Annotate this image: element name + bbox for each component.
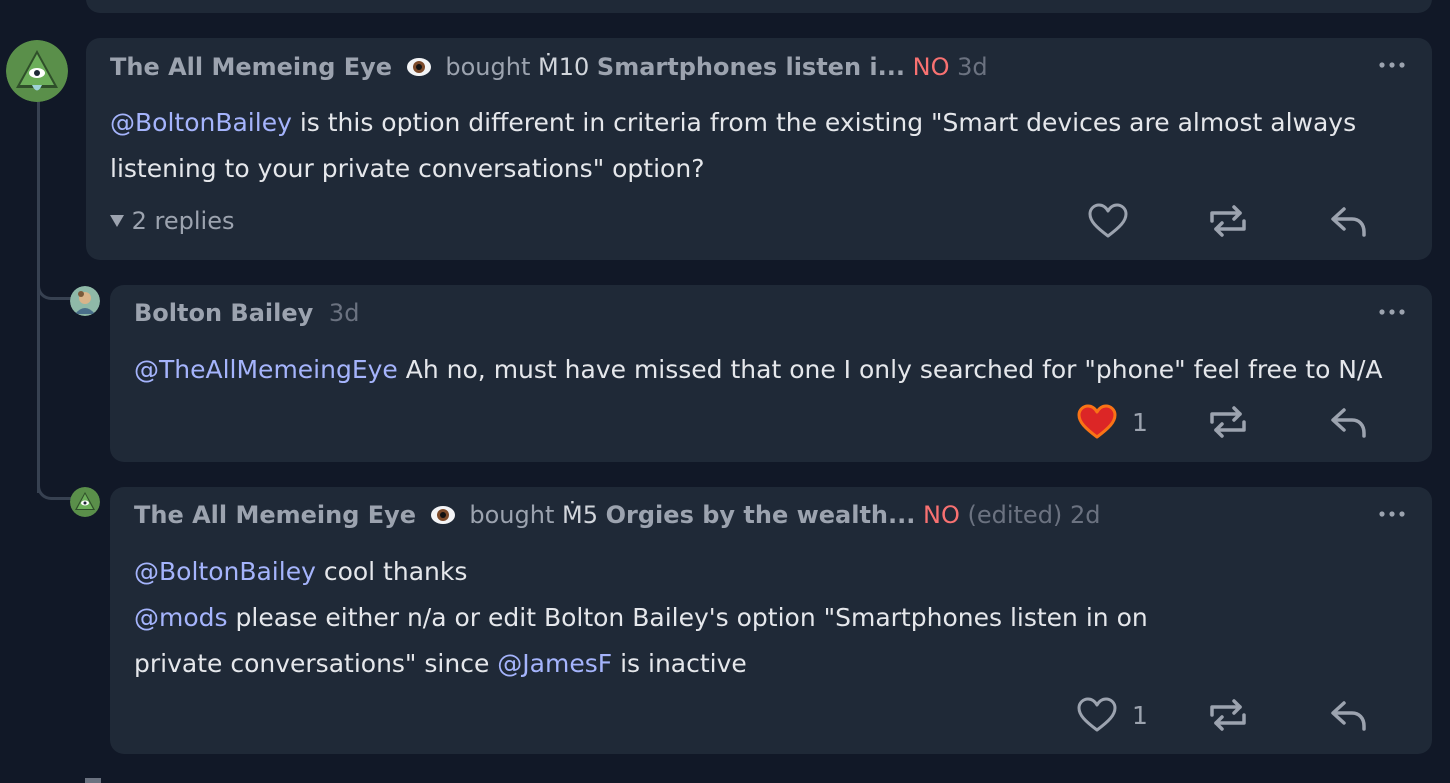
heart-outline-icon[interactable] [1075,693,1119,737]
reply-icon[interactable] [1326,199,1370,243]
comment-header: Bolton Bailey 3d [134,297,359,329]
comment-body: @BoltonBailey cool thanks @mods please e… [134,549,1414,687]
reply-card: Bolton Bailey 3d @TheAllMemeingEye Ah no… [110,285,1432,462]
comment-body: @TheAllMemeingEye Ah no, must have misse… [134,347,1414,393]
heart-filled-icon[interactable] [1075,400,1119,444]
user-mention[interactable]: @mods [134,603,228,632]
eye-emoji-icon [406,53,432,76]
comment-text: cool thanks [323,557,468,586]
bet-action: bought [445,53,531,81]
repost-icon[interactable] [1206,693,1250,737]
bet-amount: Ṁ5 [562,501,598,529]
eye-emoji-icon [430,501,456,524]
more-dots-icon[interactable] [1378,507,1406,521]
timestamp[interactable]: 2d [1070,501,1101,529]
thread-connector [37,280,71,300]
mana-symbol: Ṁ [538,53,559,81]
timestamp[interactable]: 3d [957,53,988,81]
timestamp[interactable]: 3d [329,299,360,327]
comment-body: @BoltonBailey is this option different i… [110,100,1390,192]
replies-label: 2 replies [131,207,235,235]
avatar[interactable] [70,487,100,517]
thread-connector [37,480,71,500]
answer-link[interactable]: Orgies by the wealth... [606,501,916,529]
comment-header: The All Memeing Eye bought Ṁ5 Orgies by … [134,499,1100,531]
comment-thread: The All Memeing Eye bought Ṁ10 Smartphon… [0,0,1450,783]
next-item-edge [85,778,101,783]
author-name[interactable]: The All Memeing Eye [134,501,416,529]
like-count: 1 [1132,408,1148,437]
user-mention[interactable]: @TheAllMemeingEye [134,355,398,384]
replies-toggle[interactable]: 2 replies [110,204,234,238]
comment-text: is inactive [620,649,747,678]
amount-value: 10 [558,53,590,81]
bet-outcome: NO [912,53,950,81]
comment-card: The All Memeing Eye bought Ṁ10 Smartphon… [86,38,1432,260]
thread-line [37,100,40,493]
avatar[interactable] [70,286,100,316]
bet-amount: Ṁ10 [538,53,589,81]
author-name[interactable]: The All Memeing Eye [110,53,392,81]
answer-link[interactable]: Smartphones listen i... [597,53,905,81]
user-mention[interactable]: @BoltonBailey [134,557,316,586]
more-dots-icon[interactable] [1378,305,1406,319]
mana-symbol: Ṁ [562,501,583,529]
avatar[interactable] [6,40,68,102]
edited-label: (edited) [967,501,1063,529]
amount-value: 5 [582,501,598,529]
comment-header: The All Memeing Eye bought Ṁ10 Smartphon… [110,51,988,83]
bet-outcome: NO [923,501,960,529]
user-mention[interactable]: @BoltonBailey [110,108,292,137]
more-dots-icon[interactable] [1378,58,1406,72]
like-count: 1 [1132,701,1148,730]
user-mention[interactable]: @JamesF [497,649,612,678]
repost-icon[interactable] [1206,400,1250,444]
reply-card: The All Memeing Eye bought Ṁ5 Orgies by … [110,487,1432,754]
heart-outline-icon[interactable] [1086,199,1130,243]
reply-icon[interactable] [1326,693,1370,737]
comment-text: Ah no, must have missed that one I only … [405,355,1383,384]
bet-action: bought [469,501,555,529]
repost-icon[interactable] [1206,199,1250,243]
reply-icon[interactable] [1326,400,1370,444]
author-name[interactable]: Bolton Bailey [134,299,313,327]
comment-line: @mods please either n/a or edit Bolton B… [134,595,1244,687]
comment-text: is this option different in criteria fro… [110,108,1357,183]
previous-comment-card [86,0,1432,13]
caret-down-icon [110,215,124,227]
comment-line: @BoltonBailey cool thanks [134,549,1414,595]
